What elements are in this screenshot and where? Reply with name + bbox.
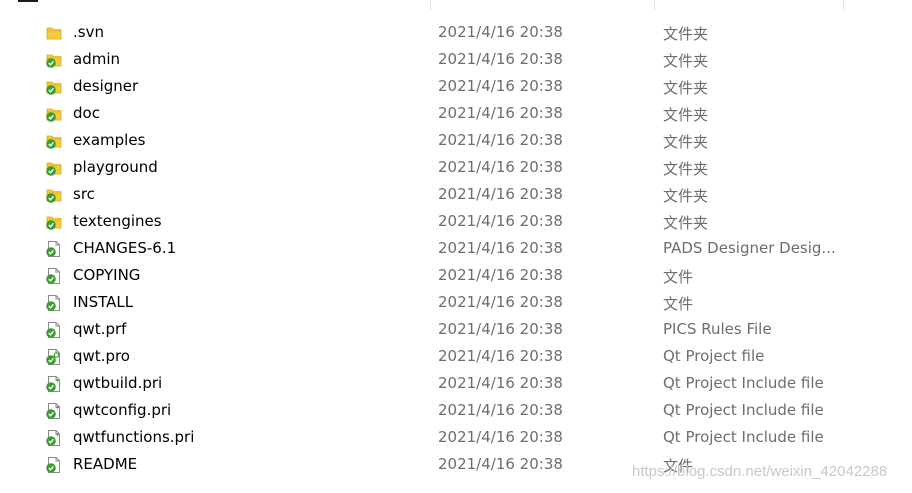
file-modified-date: 2021/4/16 20:38 bbox=[438, 23, 563, 41]
file-row[interactable]: textengines 2021/4/16 20:38 文件夹 bbox=[0, 208, 912, 235]
file-type: 文件夹 bbox=[663, 106, 709, 124]
file-modified-date: 2021/4/16 20:38 bbox=[438, 266, 563, 284]
file-name[interactable]: playground bbox=[73, 158, 158, 176]
file-name[interactable]: admin bbox=[73, 50, 120, 68]
file-row[interactable]: + qwtbuild.pri 2021/4/16 20:38 Qt Project I… bbox=[0, 370, 912, 397]
file-modified-date: 2021/4/16 20:38 bbox=[438, 158, 563, 176]
svg-text:+: + bbox=[55, 405, 60, 412]
file-modified-date: 2021/4/16 20:38 bbox=[438, 50, 563, 68]
file-row[interactable]: INSTALL 2021/4/16 20:38 文件 bbox=[0, 289, 912, 316]
file-modified-date: 2021/4/16 20:38 bbox=[438, 131, 563, 149]
header-tick bbox=[18, 0, 38, 2]
folder-svn-ok-icon bbox=[45, 105, 63, 123]
file-type: 文件夹 bbox=[663, 187, 709, 205]
file-row[interactable]: qwt.pro 2021/4/16 20:38 Qt Project file bbox=[0, 343, 912, 370]
file-type: 文件夹 bbox=[663, 52, 709, 70]
file-name[interactable]: qwtbuild.pri bbox=[73, 374, 162, 392]
file-type: Qt Project Include file bbox=[663, 401, 824, 419]
column-divider[interactable] bbox=[843, 0, 844, 10]
file-row[interactable]: CHANGES-6.1 2021/4/16 20:38 PADS Designer … bbox=[0, 235, 912, 262]
file-modified-date: 2021/4/16 20:38 bbox=[438, 239, 563, 257]
file-modified-date: 2021/4/16 20:38 bbox=[438, 428, 563, 446]
file-name[interactable]: .svn bbox=[73, 23, 104, 41]
folder-svn-ok-icon bbox=[45, 51, 63, 69]
file-modified-date: 2021/4/16 20:38 bbox=[438, 77, 563, 95]
file-name[interactable]: qwtconfig.pri bbox=[73, 401, 171, 419]
qt-file-svn-ok-icon bbox=[45, 348, 63, 366]
file-name[interactable]: designer bbox=[73, 77, 138, 95]
file-row[interactable]: + qwtconfig.pri 2021/4/16 20:38 Qt Project … bbox=[0, 397, 912, 424]
folder-svn-ok-icon bbox=[45, 186, 63, 204]
file-modified-date: 2021/4/16 20:38 bbox=[438, 455, 563, 473]
file-type: 文件夹 bbox=[663, 79, 709, 97]
file-svn-ok-icon bbox=[45, 267, 63, 285]
watermark: https://blog.csdn.net/weixin_42042288 bbox=[632, 463, 888, 480]
file-svn-ok-icon bbox=[45, 321, 63, 339]
file-type: 文件夹 bbox=[663, 25, 709, 43]
file-row[interactable]: admin 2021/4/16 20:38 文件夹 bbox=[0, 46, 912, 73]
file-modified-date: 2021/4/16 20:38 bbox=[438, 347, 563, 365]
file-svn-ok-icon bbox=[45, 240, 63, 258]
folder-svn-ok-icon bbox=[45, 78, 63, 96]
file-name[interactable]: qwt.prf bbox=[73, 320, 126, 338]
folder-svn-ok-icon bbox=[45, 213, 63, 231]
file-name[interactable]: README bbox=[73, 455, 137, 473]
file-list: .svn 2021/4/16 20:38 文件夹 admin 2021/4/16 20:… bbox=[0, 19, 912, 478]
file-name[interactable]: doc bbox=[73, 104, 100, 122]
qt-include-file-svn-ok-icon: + bbox=[45, 402, 63, 420]
file-type: 文件夹 bbox=[663, 133, 709, 151]
file-row[interactable]: qwt.prf 2021/4/16 20:38 PICS Rules File bbox=[0, 316, 912, 343]
file-modified-date: 2021/4/16 20:38 bbox=[438, 293, 563, 311]
file-row[interactable]: src 2021/4/16 20:38 文件夹 bbox=[0, 181, 912, 208]
svg-text:+: + bbox=[55, 378, 60, 385]
file-name[interactable]: textengines bbox=[73, 212, 162, 230]
file-modified-date: 2021/4/16 20:38 bbox=[438, 185, 563, 203]
file-row[interactable]: examples 2021/4/16 20:38 文件夹 bbox=[0, 127, 912, 154]
file-modified-date: 2021/4/16 20:38 bbox=[438, 212, 563, 230]
file-svn-ok-icon bbox=[45, 294, 63, 312]
column-divider[interactable] bbox=[654, 0, 655, 10]
file-type: 文件夹 bbox=[663, 214, 709, 232]
file-name[interactable]: INSTALL bbox=[73, 293, 133, 311]
folder-svn-ok-icon bbox=[45, 159, 63, 177]
file-row[interactable]: playground 2021/4/16 20:38 文件夹 bbox=[0, 154, 912, 181]
column-header-strip bbox=[0, 0, 912, 10]
file-type: 文件 bbox=[663, 295, 694, 313]
file-row[interactable]: designer 2021/4/16 20:38 文件夹 bbox=[0, 73, 912, 100]
file-name[interactable]: qwtfunctions.pri bbox=[73, 428, 194, 446]
file-type: PICS Rules File bbox=[663, 320, 772, 338]
folder-svn-ok-icon bbox=[45, 132, 63, 150]
file-name[interactable]: qwt.pro bbox=[73, 347, 130, 365]
folder-icon bbox=[45, 24, 63, 42]
file-name[interactable]: examples bbox=[73, 131, 145, 149]
file-type: Qt Project Include file bbox=[663, 428, 824, 446]
file-type: Qt Project Include file bbox=[663, 374, 824, 392]
file-row[interactable]: .svn 2021/4/16 20:38 文件夹 bbox=[0, 19, 912, 46]
file-name[interactable]: COPYING bbox=[73, 266, 140, 284]
file-row[interactable]: doc 2021/4/16 20:38 文件夹 bbox=[0, 100, 912, 127]
file-type: PADS Designer Desig... bbox=[663, 239, 836, 257]
file-name[interactable]: src bbox=[73, 185, 95, 203]
file-type: 文件夹 bbox=[663, 160, 709, 178]
svg-text:+: + bbox=[55, 432, 60, 439]
file-modified-date: 2021/4/16 20:38 bbox=[438, 401, 563, 419]
file-modified-date: 2021/4/16 20:38 bbox=[438, 104, 563, 122]
file-row[interactable]: COPYING 2021/4/16 20:38 文件 bbox=[0, 262, 912, 289]
qt-include-file-svn-ok-icon: + bbox=[45, 429, 63, 447]
file-modified-date: 2021/4/16 20:38 bbox=[438, 374, 563, 392]
file-modified-date: 2021/4/16 20:38 bbox=[438, 320, 563, 338]
file-type: 文件 bbox=[663, 268, 694, 286]
file-svn-ok-icon bbox=[45, 456, 63, 474]
qt-include-file-svn-ok-icon: + bbox=[45, 375, 63, 393]
column-divider[interactable] bbox=[430, 0, 431, 10]
file-row[interactable]: + qwtfunctions.pri 2021/4/16 20:38 Qt Proje… bbox=[0, 424, 912, 451]
file-type: Qt Project file bbox=[663, 347, 765, 365]
file-name[interactable]: CHANGES-6.1 bbox=[73, 239, 176, 257]
